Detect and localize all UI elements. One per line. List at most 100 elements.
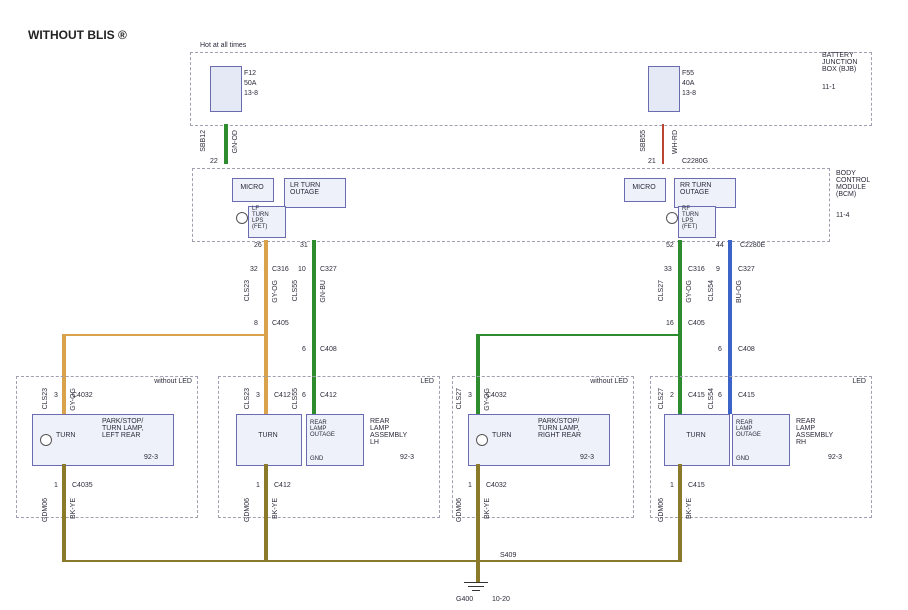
pin-26: 26 [254, 242, 262, 249]
w-44-down [728, 240, 730, 350]
diagram-title: WITHOUT BLIS ® [28, 28, 127, 42]
conn-c405l: C405 [272, 320, 289, 327]
w-52-down [678, 240, 680, 324]
rf-circle-icon [666, 212, 678, 224]
conn-c327: C327 [320, 266, 337, 273]
g4-in1 [678, 392, 680, 414]
bcm-micro-l-txt: MICRO [232, 184, 272, 191]
fuse-f55 [648, 66, 680, 112]
bjb-ref: 11-1 [822, 84, 836, 91]
g4-rlo: REAR LAMP OUTAGE [736, 420, 761, 438]
g2-label: LED [400, 378, 434, 385]
pin-10: 10 [298, 266, 306, 273]
pin-6r: 6 [718, 346, 722, 353]
g2-ref: 92-3 [400, 454, 414, 461]
g2-pin6: 6 [302, 392, 306, 399]
g4-gnd: GND [736, 456, 749, 462]
bcm-label: BODY CONTROL MODULE (BCM) [836, 170, 894, 198]
g3-ref: 92-3 [580, 454, 594, 461]
g1-pin3: 3 [54, 392, 58, 399]
bcm-ref: 11-4 [836, 212, 850, 219]
g3-label: without LED [576, 378, 628, 385]
vl-gnbu: GN-BU [320, 280, 327, 303]
vl-cls27: CLS27 [658, 280, 665, 301]
vl-cls54: CLS54 [708, 280, 715, 301]
pin-32: 32 [250, 266, 258, 273]
f12-ref: 13-8 [244, 90, 258, 97]
g4-turn: TURN [664, 432, 728, 439]
g1-out [62, 464, 64, 560]
g2-pin3: 3 [256, 392, 260, 399]
bjb-box [190, 52, 872, 126]
bcm-lf-txt: LF TURN LPS (FET) [252, 206, 269, 230]
pin-16: 16 [666, 320, 674, 327]
g2-turn-box [236, 414, 302, 466]
g1-bkye: BK-YE [70, 498, 77, 519]
g2-turn: TURN [236, 432, 300, 439]
g4-gdm: GDM06 [658, 498, 665, 522]
g2-gdm: GDM06 [244, 498, 251, 522]
vl-cls23: CLS23 [244, 280, 251, 301]
wire-f55-down [662, 124, 664, 164]
g4-ref: 92-3 [828, 454, 842, 461]
g4-c415b: C415 [738, 392, 755, 399]
pin-9: 9 [716, 266, 720, 273]
vl-cls55: CLS55 [292, 280, 299, 301]
g3-pin3: 3 [468, 392, 472, 399]
g2-in2 [312, 392, 314, 414]
g2-c412b: C412 [320, 392, 337, 399]
g2-rlo: REAR LAMP OUTAGE [310, 420, 335, 438]
g1-gdm: GDM06 [42, 498, 49, 522]
pin-21: 21 [648, 158, 656, 165]
g2-c412btm: C412 [274, 482, 291, 489]
g4-out [678, 464, 680, 560]
pin-44: 44 [716, 242, 724, 249]
g400-ref: 10-20 [492, 596, 510, 603]
g1-c4035: C4035 [72, 482, 93, 489]
wiring-diagram: WITHOUT BLIS ® Hot at all times BATTERY … [0, 0, 908, 610]
wire-f12-down [224, 124, 226, 164]
f12-name: F12 [244, 70, 256, 77]
s409: S409 [500, 552, 516, 559]
pin-52: 52 [666, 242, 674, 249]
g400: G400 [456, 596, 473, 603]
g2-pin1: 1 [256, 482, 260, 489]
ground-bus [62, 560, 680, 562]
g1-turn-circle-icon [40, 434, 52, 446]
conn-c408r: C408 [738, 346, 755, 353]
g1-pin1: 1 [54, 482, 58, 489]
hot-label: Hot at all times [200, 42, 246, 49]
f55-amp: 40A [682, 80, 694, 87]
g4-bkye: BK-YE [686, 498, 693, 519]
pin-6: 6 [302, 346, 306, 353]
g4-c415btm: C415 [688, 482, 705, 489]
bcm-lr-txt: LR TURN OUTAGE [290, 182, 320, 196]
g2-cls55: CLS55 [292, 388, 299, 409]
pin-33: 33 [664, 266, 672, 273]
g4-turn-box [664, 414, 730, 466]
g3-c4032b: C4032 [486, 482, 507, 489]
vw-orange-jn [264, 324, 266, 334]
vl-gyog-r: GY-OG [686, 280, 693, 303]
pin-8: 8 [254, 320, 258, 327]
f55-ref: 13-8 [682, 90, 696, 97]
conn-c316l: C316 [272, 266, 289, 273]
vl-gyog-l: GY-OG [272, 280, 279, 303]
f55-name: F55 [682, 70, 694, 77]
g2-c412: C412 [274, 392, 291, 399]
g1-turn: TURN [56, 432, 75, 439]
fuse-f12 [210, 66, 242, 112]
conn-c316r: C316 [688, 266, 705, 273]
hw-orange-l [62, 334, 266, 336]
wl-sbb55: SBB55 [640, 130, 647, 152]
w-31-down [312, 240, 314, 350]
g3-gdm: GDM06 [456, 498, 463, 522]
g1-pst: PARK/STOP/ TURN LAMP, LEFT REAR [102, 418, 144, 439]
bjb-label: BATTERY JUNCTION BOX (BJB) [822, 52, 880, 73]
w-26-down [264, 240, 266, 324]
conn-c405r: C405 [688, 320, 705, 327]
vl-bubg: BU-OG [736, 280, 743, 303]
g2-bkye: BK-YE [272, 498, 279, 519]
wl-sbb12: SBB12 [200, 130, 207, 152]
g3-pst: PARK/STOP/ TURN LAMP, RIGHT REAR [538, 418, 581, 439]
